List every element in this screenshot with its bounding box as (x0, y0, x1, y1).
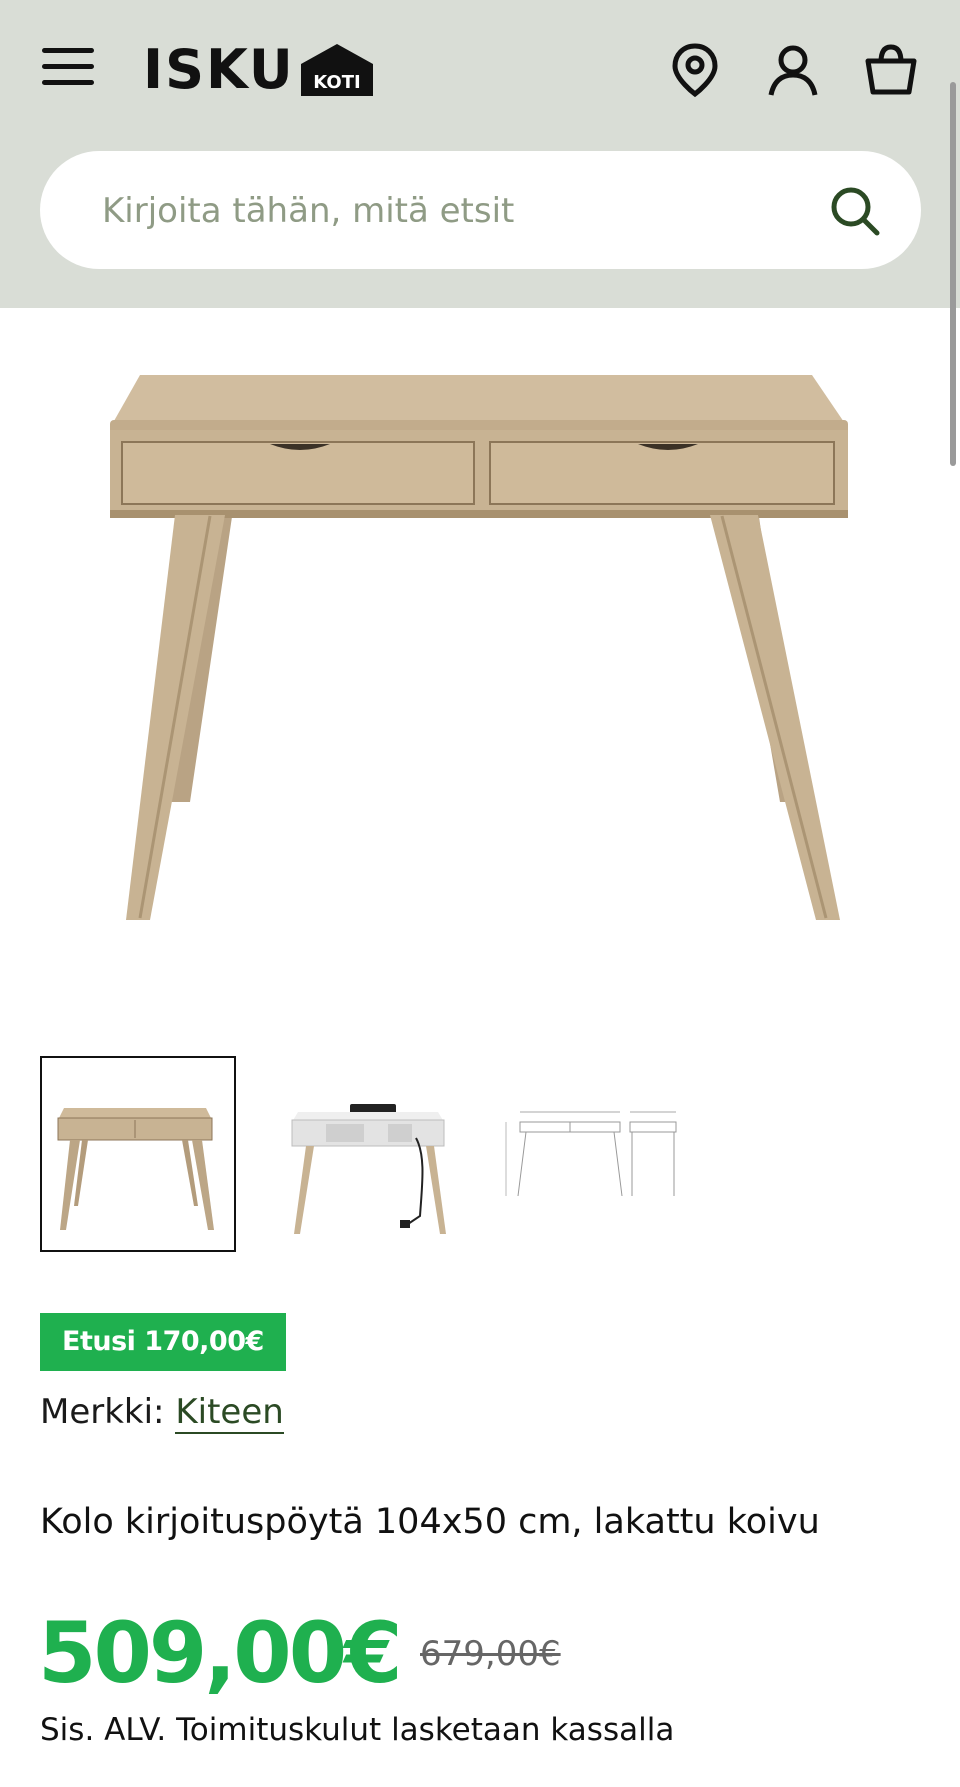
thumbnail-1[interactable] (40, 1056, 236, 1252)
user-icon[interactable] (766, 42, 820, 98)
brand-label: Merkki: (40, 1392, 165, 1432)
search-icon[interactable] (827, 183, 883, 239)
discount-badge: Etusi 170,00€ (40, 1313, 286, 1371)
dimension-drawing-thumbnail-image (505, 1111, 677, 1197)
header: ISKU KOTI (0, 0, 960, 308)
old-price: 679,00€ (420, 1634, 561, 1674)
product-title: Kolo kirjoituspöytä 104x50 cm, lakattu k… (40, 1502, 820, 1542)
desk-white-thumbnail-image (291, 1104, 446, 1234)
scrollbar[interactable] (950, 82, 956, 466)
logo[interactable]: ISKU KOTI (143, 38, 373, 101)
search-bar (40, 151, 921, 271)
menu-icon[interactable] (42, 44, 96, 88)
logo-house-icon: KOTI (300, 44, 373, 96)
cart-icon[interactable] (864, 42, 918, 98)
thumbnail-2[interactable] (276, 1056, 472, 1252)
logo-sub: KOTI (313, 72, 360, 93)
logo-text: ISKU (143, 38, 295, 101)
search-input[interactable] (100, 151, 804, 271)
brand-row: Merkki: Kiteen (40, 1390, 284, 1434)
product-main-image[interactable] (110, 360, 860, 930)
vat-note: Sis. ALV. Toimituskulut lasketaan kassal… (40, 1712, 675, 1748)
product-price: 509,00€ (38, 1604, 403, 1702)
desk-thumbnail-image (57, 1108, 214, 1230)
thumbnail-3[interactable] (502, 1056, 698, 1252)
location-pin-icon[interactable] (668, 42, 722, 98)
brand-link[interactable]: Kiteen (175, 1392, 284, 1434)
